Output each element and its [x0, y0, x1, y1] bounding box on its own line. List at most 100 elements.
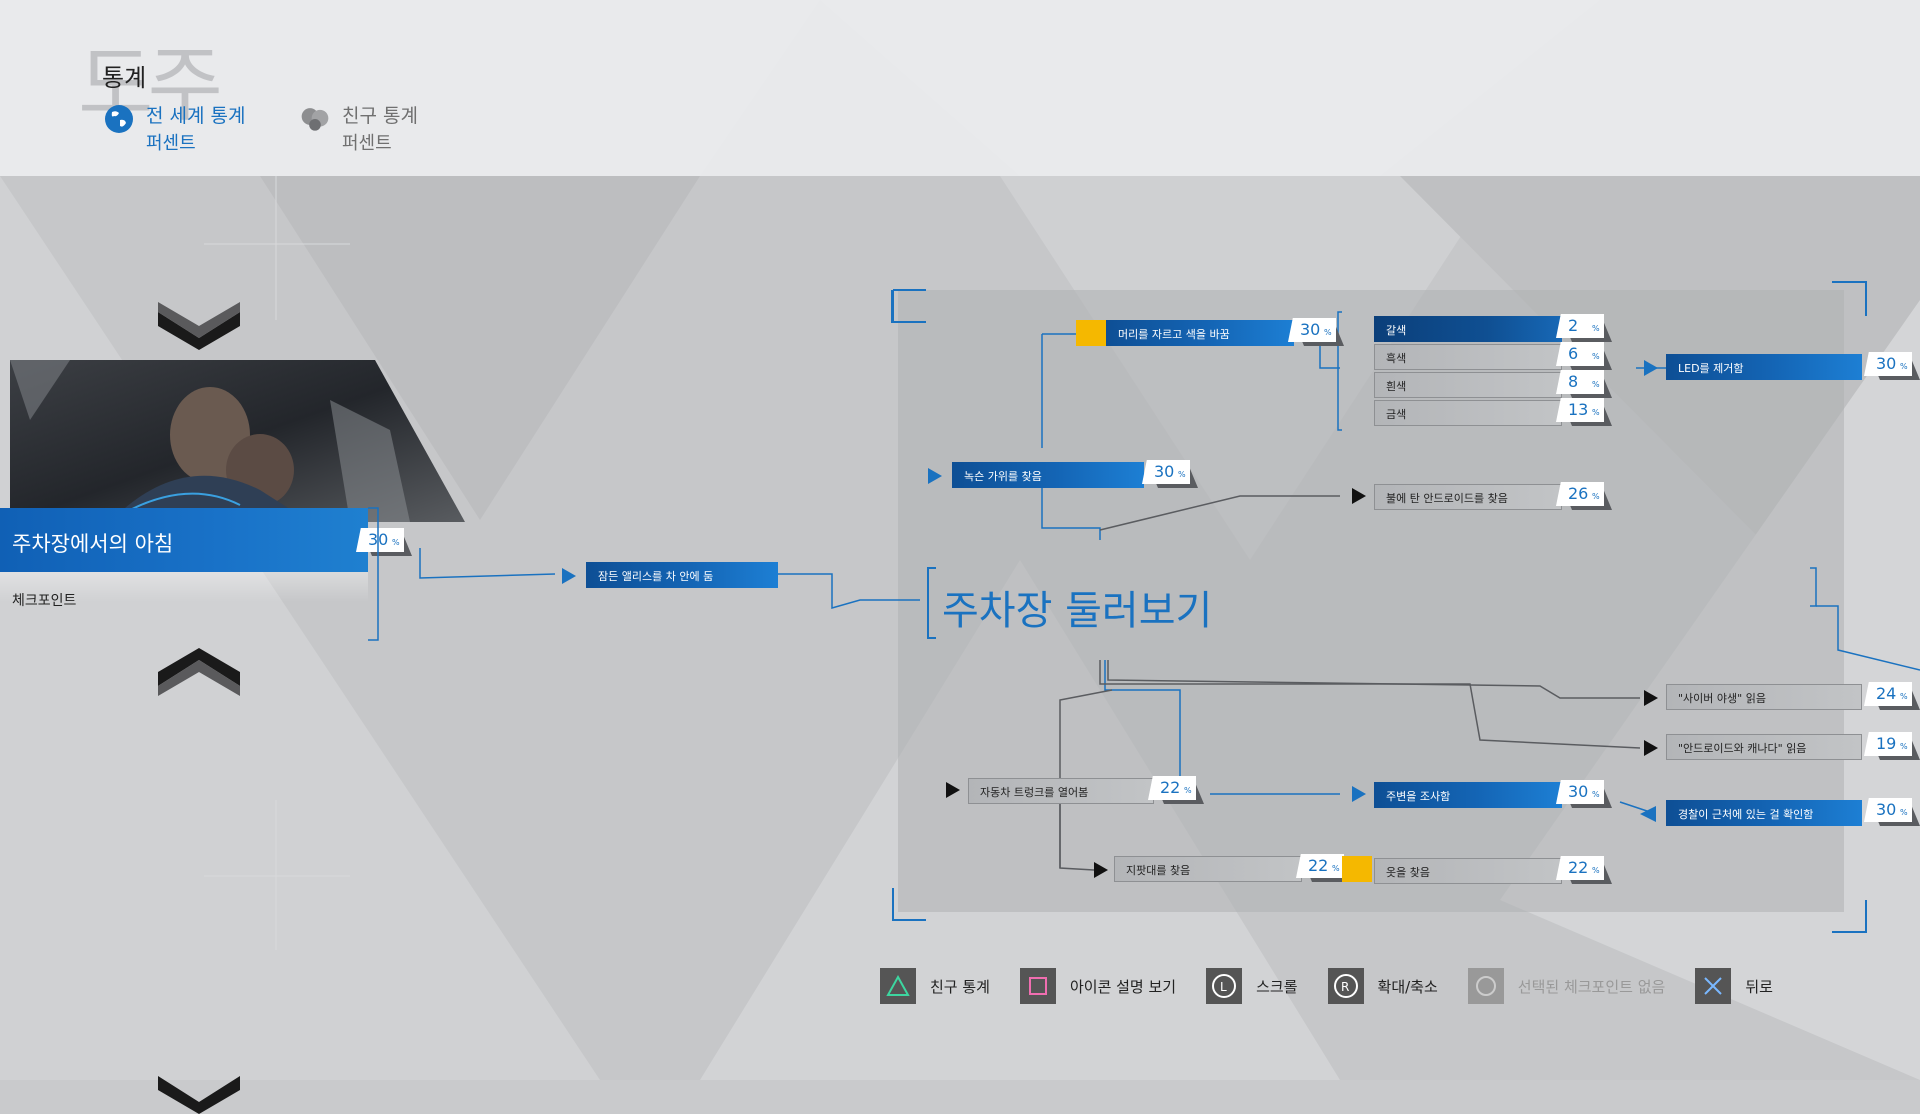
node-label: "안드로이드와 캐나다" 읽음: [1678, 742, 1807, 755]
control-label: 선택된 체크포인트 없음: [1517, 977, 1666, 996]
node-label: 흑색: [1386, 352, 1407, 365]
svg-text:L: L: [1220, 980, 1227, 994]
percent-badge: 22 %: [1148, 776, 1206, 804]
node-label: "사이버 야생" 읽음: [1678, 692, 1766, 705]
node-clothes[interactable]: 옷을 찾음 22 %: [1374, 856, 1612, 884]
node-cyber-wild[interactable]: "사이버 야생" 읽음 24 %: [1666, 682, 1920, 710]
node-label: 주변을 조사함: [1386, 790, 1451, 803]
percent-badge: 30 %: [1556, 780, 1614, 808]
node-burnt-android[interactable]: 불에 탄 안드로이드를 찾음 26 %: [1374, 482, 1612, 510]
percent-value: 30: [1154, 462, 1175, 481]
control-no-checkpoint: 선택된 체크포인트 없음: [1467, 968, 1666, 1004]
control-label: 스크롤: [1256, 977, 1298, 996]
percent-symbol: %: [1592, 408, 1600, 417]
control-label: 확대/축소: [1377, 977, 1438, 996]
node-cane[interactable]: 지팟대를 찾음 22 %: [1114, 854, 1352, 882]
percent-badge: 30 %: [1864, 798, 1920, 826]
node-led[interactable]: LED를 제거함 30 %: [1666, 352, 1920, 380]
percent-value: 19: [1876, 734, 1897, 753]
node-sleeping-alice[interactable]: 잠든 앨리스를 차 안에 둠: [586, 562, 778, 588]
node-white[interactable]: 흰색 8 %: [1374, 370, 1612, 398]
circle-button-icon: [1467, 968, 1504, 1004]
svg-text:R: R: [1341, 980, 1349, 994]
percent-badge: 2 %: [1556, 314, 1614, 342]
percent-symbol: %: [1900, 692, 1908, 701]
percent-symbol: %: [1592, 492, 1600, 501]
percent-symbol: %: [1592, 866, 1600, 875]
right-stick-icon: R: [1327, 968, 1364, 1004]
node-brown[interactable]: 갈색 2 %: [1374, 314, 1612, 342]
node-label: 불에 탄 안드로이드를 찾음: [1386, 492, 1508, 505]
node-label: 녹슨 가위를 찾음: [964, 470, 1042, 483]
percent-badge: 30 %: [1288, 318, 1346, 346]
lock-icon: [1342, 856, 1372, 882]
control-zoom[interactable]: R 확대/축소: [1327, 968, 1438, 1004]
percent-value: 24: [1876, 684, 1897, 703]
node-label: 잠든 앨리스를 차 안에 둠: [598, 570, 714, 583]
node-trunk[interactable]: 자동차 트렁크를 열어봄 22 %: [968, 776, 1204, 804]
button-prompts: 친구 통계 아이콘 설명 보기 L 스크롤 R 확대/축소 선택된 체크포인트 …: [880, 968, 1803, 1004]
left-stick-icon: L: [1206, 968, 1243, 1004]
percent-value: 6: [1568, 344, 1579, 363]
percent-value: 22: [1308, 856, 1329, 875]
percent-value: 30: [1568, 782, 1589, 801]
percent-symbol: %: [1324, 328, 1332, 337]
node-scissors[interactable]: 녹슨 가위를 찾음 30 %: [952, 460, 1198, 488]
control-label: 친구 통계: [930, 977, 990, 996]
percent-badge: 30 %: [1864, 352, 1920, 380]
percent-symbol: %: [1178, 470, 1186, 479]
node-label: 금색: [1386, 408, 1407, 421]
flowchart-connectors: [368, 281, 1920, 933]
percent-badge: 26 %: [1556, 482, 1614, 510]
square-button-icon: [1019, 968, 1056, 1004]
percent-symbol: %: [1900, 808, 1908, 817]
percent-symbol: %: [1592, 380, 1600, 389]
cross-button-icon: [1695, 968, 1732, 1004]
node-label: 머리를 자르고 색을 바꿈: [1118, 328, 1230, 341]
control-friends-stats[interactable]: 친구 통계: [880, 968, 990, 1004]
percent-value: 22: [1160, 778, 1181, 797]
node-blonde[interactable]: 금색 13 %: [1374, 398, 1612, 426]
node-label: 경찰이 근처에 있는 걸 확인함: [1678, 808, 1814, 821]
percent-badge: 6 %: [1556, 342, 1614, 370]
node-cut-hair[interactable]: 머리를 자르고 색을 바꿈 30 %: [1106, 318, 1344, 346]
percent-symbol: %: [1592, 352, 1600, 361]
node-androids-canada[interactable]: "안드로이드와 캐나다" 읽음 19 %: [1666, 732, 1920, 760]
percent-value: 8: [1568, 372, 1579, 391]
percent-value: 13: [1568, 400, 1589, 419]
percent-value: 30: [1300, 320, 1321, 339]
percent-symbol: %: [1592, 790, 1600, 799]
percent-badge: 8 %: [1556, 370, 1614, 398]
node-label: LED를 제거함: [1678, 362, 1744, 375]
percent-badge: 24 %: [1864, 682, 1920, 710]
node-label: 흰색: [1386, 380, 1407, 393]
percent-badge: 13 %: [1556, 398, 1614, 426]
node-label: 자동차 트렁크를 열어봄: [980, 786, 1089, 799]
percent-symbol: %: [1184, 786, 1192, 795]
lock-icon: [1076, 320, 1106, 346]
percent-value: 26: [1568, 484, 1589, 503]
node-main-look-around[interactable]: 주차장 둘러보기: [942, 578, 1212, 636]
percent-symbol: %: [1592, 324, 1600, 333]
percent-value: 30: [1876, 354, 1897, 373]
percent-symbol: %: [1900, 362, 1908, 371]
node-label: 지팟대를 찾음: [1126, 864, 1191, 877]
control-scroll[interactable]: L 스크롤: [1206, 968, 1298, 1004]
control-back[interactable]: 뒤로: [1695, 968, 1773, 1004]
node-black[interactable]: 흑색 6 %: [1374, 342, 1612, 370]
percent-value: 30: [1876, 800, 1897, 819]
control-label: 뒤로: [1745, 977, 1773, 996]
percent-symbol: %: [1332, 864, 1340, 873]
node-look-around[interactable]: 주변을 조사함 30 %: [1374, 780, 1612, 808]
percent-value: 22: [1568, 858, 1589, 877]
percent-badge: 30 %: [1142, 460, 1200, 488]
percent-symbol: %: [1900, 742, 1908, 751]
control-label: 아이콘 설명 보기: [1069, 977, 1177, 996]
node-police-check[interactable]: 경찰이 근처에 있는 걸 확인함 30 %: [1666, 798, 1920, 826]
percent-badge: 19 %: [1864, 732, 1920, 760]
triangle-button-icon: [880, 968, 916, 1004]
percent-value: 2: [1568, 316, 1579, 335]
node-label: 갈색: [1386, 324, 1407, 337]
node-label: 옷을 찾음: [1386, 866, 1430, 879]
control-icon-help[interactable]: 아이콘 설명 보기: [1019, 968, 1177, 1004]
